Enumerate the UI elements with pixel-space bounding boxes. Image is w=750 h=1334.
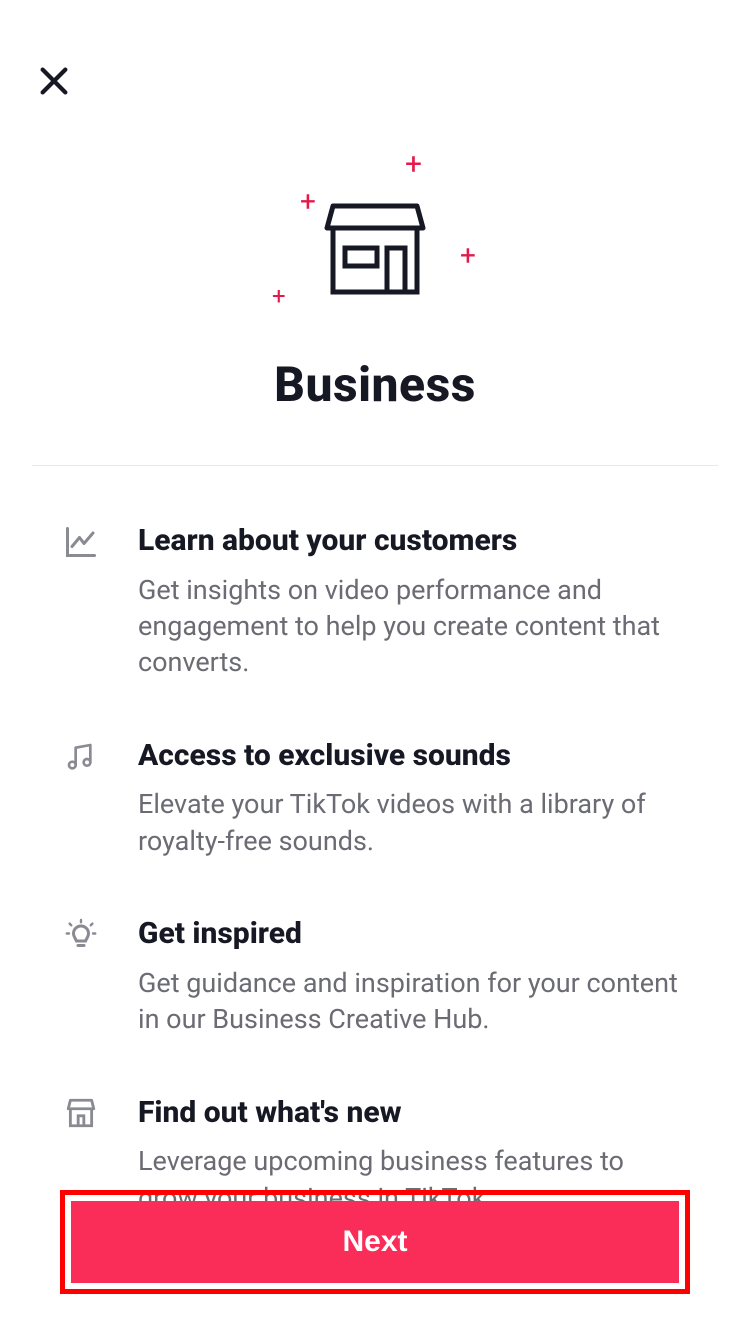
feature-desc: Get insights on video performance and en… — [138, 572, 688, 681]
next-button[interactable]: Next — [71, 1201, 679, 1283]
feature-title: Learn about your customers — [138, 522, 688, 560]
feature-item-customers: Learn about your customers Get insights … — [62, 522, 688, 681]
feature-desc: Elevate your TikTok videos with a librar… — [138, 786, 688, 859]
next-button-highlight: Next — [60, 1190, 690, 1294]
feature-item-inspired: Get inspired Get guidance and inspiratio… — [62, 915, 688, 1037]
feature-title: Access to exclusive sounds — [138, 737, 688, 775]
page-title: Business — [0, 356, 750, 413]
hero-illustration: + + + + — [0, 150, 750, 320]
business-onboarding-screen: + + + + Business Learn about your custom… — [0, 0, 750, 1334]
feature-title: Find out what's new — [138, 1094, 688, 1132]
sparkle-icon: + — [300, 188, 316, 216]
sparkle-icon: + — [460, 242, 476, 270]
music-icon — [62, 737, 100, 859]
lightbulb-icon — [62, 915, 100, 1037]
feature-desc: Get guidance and inspiration for your co… — [138, 965, 688, 1038]
close-button[interactable] — [34, 62, 74, 102]
features-list: Learn about your customers Get insights … — [0, 466, 750, 1216]
sparkle-icon: + — [272, 284, 286, 308]
close-icon — [37, 64, 71, 98]
feature-item-sounds: Access to exclusive sounds Elevate your … — [62, 737, 688, 859]
store-icon — [319, 200, 431, 300]
feature-title: Get inspired — [138, 915, 688, 953]
analytics-icon — [62, 522, 100, 681]
sparkle-icon: + — [405, 150, 422, 180]
